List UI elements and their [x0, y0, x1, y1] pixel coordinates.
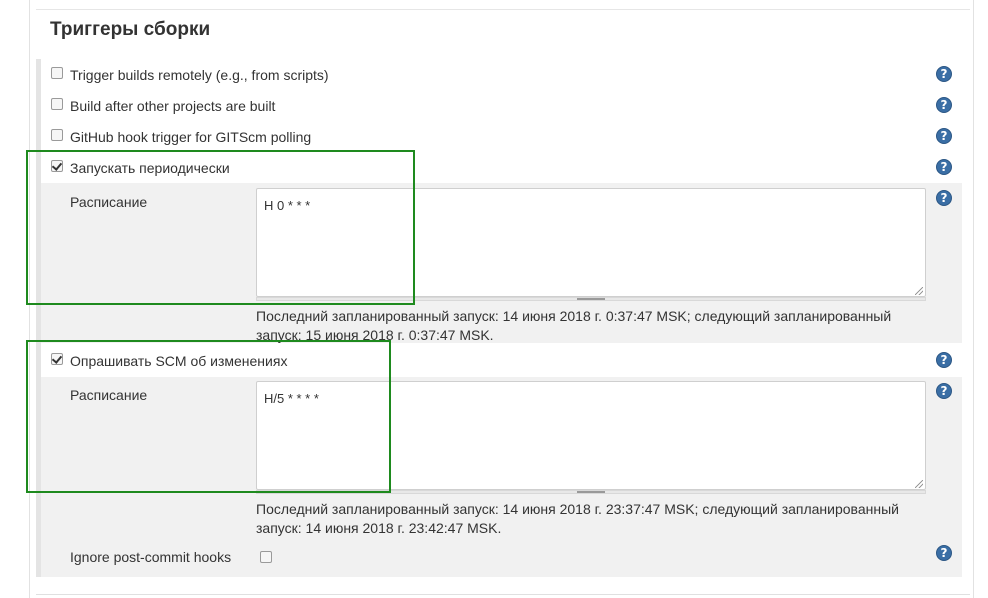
trigger-remote-label[interactable]: Trigger builds remotely (e.g., from scri… — [70, 67, 329, 83]
build-after-other-checkbox[interactable] — [51, 98, 63, 110]
top-divider — [36, 9, 970, 10]
highlight-box-poll-scm — [26, 340, 391, 493]
github-hook-checkbox[interactable] — [51, 129, 63, 141]
poll-scm-schedule-info: Последний запланированный запуск: 14 июн… — [256, 501, 899, 536]
resize-grip-icon[interactable] — [915, 287, 923, 295]
help-icon[interactable]: ? — [936, 545, 952, 561]
trigger-remote-checkbox[interactable] — [51, 67, 63, 79]
ignore-hooks-label: Ignore post-commit hooks — [70, 549, 232, 565]
ignore-hooks-checkbox[interactable] — [260, 551, 272, 563]
help-icon[interactable]: ? — [936, 66, 952, 82]
help-icon[interactable]: ? — [936, 352, 952, 368]
help-icon[interactable]: ? — [936, 159, 952, 175]
github-hook-label[interactable]: GitHub hook trigger for GITScm polling — [70, 129, 311, 145]
resize-grip-icon[interactable] — [915, 480, 923, 488]
highlight-box-periodic — [26, 150, 415, 305]
help-icon[interactable]: ? — [936, 97, 952, 113]
help-icon[interactable]: ? — [936, 383, 952, 399]
build-after-other-label[interactable]: Build after other projects are built — [70, 98, 275, 114]
help-icon[interactable]: ? — [936, 190, 952, 206]
help-icon[interactable]: ? — [936, 128, 952, 144]
section-title: Триггеры сборки — [50, 19, 211, 40]
bottom-divider — [36, 594, 970, 595]
